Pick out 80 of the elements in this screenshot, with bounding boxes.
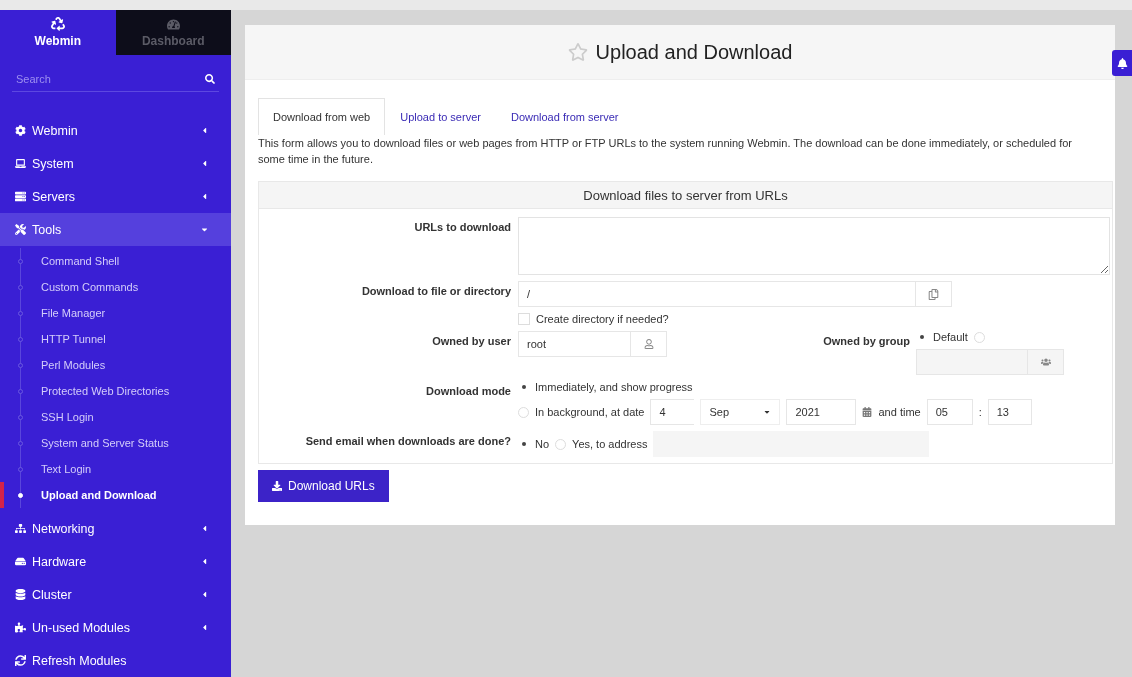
caret-icon <box>200 623 209 632</box>
menu-item[interactable]: Servers <box>0 180 231 213</box>
user-icon <box>643 339 654 349</box>
year-field[interactable]: 2021 <box>786 399 857 425</box>
file-chooser-button[interactable] <box>916 281 952 307</box>
submenu-item[interactable]: System and Server Status <box>0 430 231 456</box>
time-separator: : <box>978 406 982 418</box>
menu-item[interactable]: Cluster <box>0 578 231 611</box>
submenu-item[interactable]: HTTP Tunnel <box>0 326 231 352</box>
caret-icon <box>200 590 209 599</box>
menu-item[interactable]: System <box>0 147 231 180</box>
month-select[interactable]: Sep <box>700 399 781 425</box>
radio-label: Yes, to address <box>572 438 648 450</box>
server-icon <box>15 191 26 202</box>
path-field[interactable]: / <box>518 281 916 307</box>
database-icon <box>15 589 26 600</box>
logo-icon <box>50 17 65 32</box>
description: This form allows you to download files or web pages from HTTP or FTP URLs to the system running Webmin. The download can be done immediately, or scheduled for some time in the future. <box>258 136 1073 167</box>
menu-item[interactable]: Webmin <box>0 114 231 147</box>
submenu-item[interactable]: File Manager <box>0 300 231 326</box>
tab[interactable]: Download from web <box>258 98 386 135</box>
minute-field[interactable]: 13 <box>987 399 1032 425</box>
user-field[interactable]: root <box>518 331 631 357</box>
menu-item[interactable]: Un-used Modules <box>0 611 231 644</box>
caret-icon <box>200 126 209 135</box>
notification-tab[interactable] <box>1112 50 1132 76</box>
submenu-item[interactable]: Command Shell <box>0 248 231 274</box>
sidebar-tab[interactable]: Webmin <box>0 10 116 56</box>
laptop-icon <box>15 158 26 169</box>
page-title: Upload and Download <box>595 40 793 64</box>
submenu-item[interactable]: SSH Login <box>0 404 231 430</box>
menu-item[interactable]: Refresh Modules <box>0 644 231 677</box>
drive-icon <box>15 556 26 567</box>
radio-label: No <box>535 438 550 450</box>
time-label: and time <box>878 406 921 418</box>
radio-label: In background, at date <box>535 406 645 418</box>
cog-icon <box>15 125 26 136</box>
checkbox-label: Create directory if needed? <box>536 313 669 325</box>
gauge-icon <box>166 17 180 31</box>
star-icon[interactable] <box>567 42 588 62</box>
tools-icon <box>15 224 26 235</box>
field-label: Send email when downloads are done? <box>305 434 511 447</box>
field-label: Download mode <box>426 384 511 397</box>
group-field[interactable] <box>916 349 1028 375</box>
refresh-icon <box>15 655 26 666</box>
menu-item[interactable]: Tools <box>0 213 231 246</box>
submenu-item[interactable]: Protected Web Directories <box>0 378 231 404</box>
field-label: Download to file or directory <box>361 284 511 297</box>
sitemap-icon <box>15 523 26 534</box>
caret-icon <box>200 192 209 201</box>
caret-icon <box>200 524 209 533</box>
submenu-item[interactable]: Text Login <box>0 456 231 482</box>
field-label: Owned by user <box>432 334 511 347</box>
download-button[interactable]: Download URLs <box>258 470 389 502</box>
urls-field[interactable] <box>518 217 1110 275</box>
radio-label: Default <box>933 331 968 343</box>
calendar-icon[interactable] <box>862 407 873 417</box>
radio-label: Immediately, and show progress <box>535 381 693 393</box>
caret-icon <box>200 159 209 168</box>
users-icon <box>1040 357 1051 367</box>
field-label: Owned by group <box>823 334 910 347</box>
field-label: URLs to download <box>414 220 511 233</box>
download-icon <box>272 481 282 491</box>
submenu-item[interactable]: Perl Modules <box>0 352 231 378</box>
menu-item[interactable]: Networking <box>0 512 231 545</box>
files-icon <box>928 288 939 300</box>
bell-icon <box>1116 57 1128 69</box>
caret-icon <box>200 225 209 234</box>
submenu-item[interactable]: Custom Commands <box>0 274 231 300</box>
user-picker-button[interactable] <box>631 331 667 357</box>
checkbox[interactable] <box>518 313 530 325</box>
caret-icon <box>200 557 209 566</box>
group-picker-button[interactable] <box>1028 349 1064 375</box>
menu-item[interactable]: Hardware <box>0 545 231 578</box>
puzzle-icon <box>15 622 26 633</box>
search-icon <box>205 74 215 85</box>
caret-icon <box>763 408 772 416</box>
panel-title: Download files to server from URLs <box>259 182 1112 209</box>
hour-field[interactable]: 05 <box>926 399 973 425</box>
day-field[interactable]: 4 <box>650 399 695 425</box>
